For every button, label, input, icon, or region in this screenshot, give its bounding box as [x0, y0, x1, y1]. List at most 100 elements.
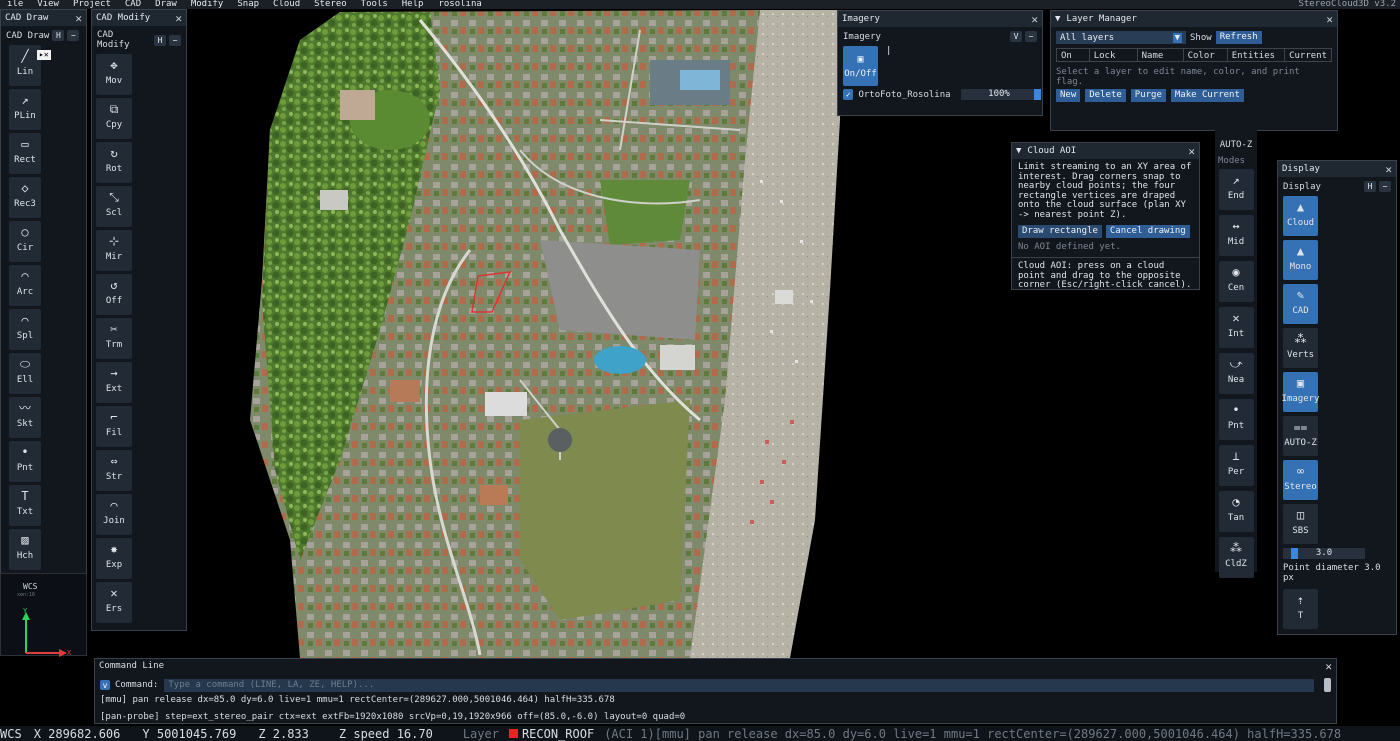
modify-tool-mir[interactable]: ⊹ Mir	[96, 230, 132, 271]
display-tool-stereo[interactable]: ∞ Stereo	[1283, 460, 1318, 500]
cad-draw-titlebar[interactable]: CAD Draw ✕	[1, 10, 86, 26]
display-tool-mono[interactable]: ▲ Mono	[1283, 240, 1318, 280]
draw-rectangle-button[interactable]: Draw rectangle	[1018, 225, 1102, 238]
modify-tool-scl[interactable]: ⤡ Scl	[96, 186, 132, 227]
collapse-toggle[interactable]: v	[100, 680, 110, 690]
menu-draw[interactable]: Draw	[148, 0, 184, 9]
display-tool-sbs[interactable]: ◫ SBS	[1283, 504, 1318, 544]
collapse-triangle-icon[interactable]: ▼	[1055, 14, 1060, 24]
collapse-button[interactable]: −	[169, 34, 181, 46]
status-layer-value[interactable]: RECON_ROOF	[522, 727, 594, 741]
hide-button[interactable]: H	[154, 34, 167, 46]
layer-manager-titlebar[interactable]: ▼ Layer Manager ✕	[1051, 11, 1337, 27]
display-titlebar[interactable]: Display ✕	[1278, 161, 1396, 177]
delete-layer-button[interactable]: Delete	[1085, 89, 1126, 102]
col-entities[interactable]: Entities	[1228, 49, 1286, 61]
col-on[interactable]: On	[1057, 49, 1090, 61]
close-icon[interactable]: ✕	[1326, 13, 1333, 26]
hide-button[interactable]: H	[52, 30, 65, 41]
menu-cloud[interactable]: Cloud	[266, 0, 307, 9]
display-tool-auto-z[interactable]: ⩵ AUTO-Z	[1283, 416, 1318, 456]
purge-button[interactable]: Purge	[1130, 89, 1166, 102]
snap-tool-mid[interactable]: ↔ Mid	[1218, 215, 1254, 256]
imagery-titlebar[interactable]: Imagery ✕	[838, 11, 1042, 27]
cloud-aoi-titlebar[interactable]: ▼ Cloud AOI ✕	[1012, 143, 1199, 159]
snap-tool-per[interactable]: ⊥ Per	[1218, 445, 1254, 486]
modify-tool-join[interactable]: ⌒ Join	[96, 494, 132, 535]
snap-tool-cldz[interactable]: ⁂ CldZ	[1218, 537, 1254, 578]
collapse-button[interactable]: −	[1025, 31, 1037, 42]
modify-tool-fil[interactable]: ⌐ Fil	[96, 406, 132, 447]
scrollbar[interactable]	[1324, 678, 1331, 692]
menu-snap[interactable]: Snap	[230, 0, 266, 9]
snap-tool-cen[interactable]: ◉ Cen	[1218, 261, 1254, 302]
col-lock[interactable]: Lock	[1090, 49, 1138, 61]
modify-tool-rot[interactable]: ↻ Rot	[96, 142, 132, 183]
visibility-button[interactable]: V	[1010, 31, 1022, 42]
draw-tool-hch[interactable]: ▨ Hch	[9, 529, 41, 570]
menu-cad[interactable]: CAD	[118, 0, 148, 9]
collapse-button[interactable]: −	[1379, 181, 1391, 192]
modify-tool-mov[interactable]: ✥ Mov	[96, 54, 132, 95]
menu-project[interactable]: Project	[66, 0, 118, 9]
menu-tools[interactable]: Tools	[354, 0, 395, 9]
snap-tool-end[interactable]: ↗ End	[1218, 169, 1254, 210]
display-tool-verts[interactable]: ⁂ Verts	[1283, 328, 1318, 368]
col-name[interactable]: Name	[1138, 49, 1184, 61]
display-tool-t[interactable]: ⇡ T	[1283, 589, 1318, 629]
imagery-onoff-button[interactable]: ▣ On/Off	[843, 46, 878, 86]
close-icon[interactable]: ✕	[1325, 660, 1332, 673]
close-icon[interactable]: ✕	[1031, 13, 1038, 26]
display-tool-imagery[interactable]: ▣ Imagery	[1282, 372, 1319, 412]
display-tool-cloud[interactable]: ▲ Cloud	[1283, 196, 1318, 236]
command-input[interactable]: Type a command (LINE, LA, ZE, HELP)...	[164, 678, 1314, 692]
draw-tool-skt[interactable]: 〰 Skt	[9, 397, 41, 438]
snap-tool-int[interactable]: ✕ Int	[1218, 307, 1254, 348]
draw-tool-arc[interactable]: ◠ Arc	[9, 265, 41, 306]
close-icon[interactable]: ✕	[1188, 145, 1195, 158]
snap-tool-tan[interactable]: ◔ Tan	[1218, 491, 1254, 532]
menu-file[interactable]: ile	[0, 0, 30, 9]
cancel-drawing-button[interactable]: Cancel drawing	[1105, 225, 1190, 238]
new-layer-button[interactable]: New	[1056, 89, 1081, 102]
display-tool-cad[interactable]: ✎ CAD	[1283, 284, 1318, 324]
menu-view[interactable]: View	[30, 0, 66, 9]
draw-tool-rec3[interactable]: ◇ Rec3	[9, 177, 41, 218]
hide-button[interactable]: H	[1364, 181, 1376, 192]
modify-tool-ers[interactable]: ✕ Ers	[96, 582, 132, 623]
modify-tool-trm[interactable]: ✂ Trm	[96, 318, 132, 359]
slider-thumb[interactable]	[1034, 89, 1042, 100]
col-current[interactable]: Current	[1285, 49, 1331, 61]
snap-tool-pnt[interactable]: • Pnt	[1218, 399, 1254, 440]
draw-tool-spl[interactable]: ⌒ Spl	[9, 309, 41, 350]
menu-stereo[interactable]: Stereo	[307, 0, 354, 9]
draw-tool-cir[interactable]: ○ Cir	[9, 221, 41, 262]
modify-tool-cpy[interactable]: ⧉ Cpy	[96, 98, 132, 139]
draw-tool-pnt[interactable]: • Pnt	[9, 441, 41, 482]
menu-modify[interactable]: Modify	[184, 0, 231, 9]
modes-autoz-label[interactable]: AUTO-Z	[1215, 130, 1257, 152]
draw-tool-rect[interactable]: ▭ Rect	[9, 133, 41, 174]
menu-help[interactable]: Help	[395, 0, 431, 9]
cad-modify-titlebar[interactable]: CAD Modify ✕	[92, 10, 186, 26]
draw-tool-plin[interactable]: ↗ PLin	[9, 89, 41, 130]
collapse-button[interactable]: −	[67, 30, 80, 41]
make-current-button[interactable]: Make Current	[1170, 89, 1244, 102]
refresh-button[interactable]: Refresh	[1215, 31, 1262, 44]
imagery-layer-checkbox[interactable]: ✓	[843, 89, 854, 100]
snap-tool-nea[interactable]: ⤻ Nea	[1218, 353, 1254, 394]
command-line-titlebar[interactable]: Command Line ✕	[95, 659, 1336, 673]
draw-tool-txt[interactable]: T Txt	[9, 485, 41, 526]
close-icon[interactable]: ✕	[1385, 163, 1392, 176]
modify-tool-ext[interactable]: → Ext	[96, 362, 132, 403]
modify-tool-str[interactable]: ⇔ Str	[96, 450, 132, 491]
close-icon[interactable]: ✕	[75, 12, 82, 25]
collapse-triangle-icon[interactable]: ▼	[1016, 146, 1021, 156]
modify-tool-exp[interactable]: ✸ Exp	[96, 538, 132, 579]
point-size-slider[interactable]: 3.0	[1283, 548, 1365, 559]
draw-tool-ell[interactable]: ⬭ Ell	[9, 353, 41, 394]
modify-tool-off[interactable]: ↺ Off	[96, 274, 132, 315]
slider-thumb[interactable]	[1291, 548, 1298, 559]
close-icon[interactable]: ✕	[175, 12, 182, 25]
opacity-slider[interactable]: 100%	[961, 89, 1042, 100]
